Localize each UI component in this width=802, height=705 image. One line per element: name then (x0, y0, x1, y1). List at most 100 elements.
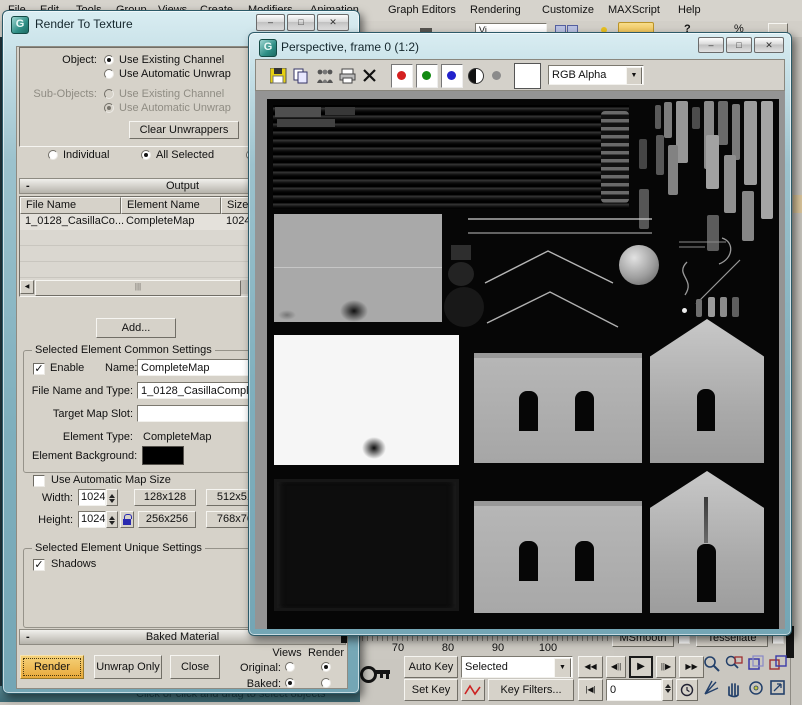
next-frame-button[interactable]: ||▶ (656, 656, 676, 678)
zoom-all-button[interactable] (724, 654, 744, 674)
scroll-left-button[interactable]: ◀ (20, 280, 34, 294)
baked-window (519, 541, 538, 581)
restore-button[interactable]: □ (726, 37, 752, 53)
default-in-out-tangent-button[interactable] (461, 679, 485, 701)
rendered-image-canvas[interactable] (267, 99, 779, 629)
menu-customize[interactable]: Customize (542, 4, 594, 16)
clear-unwrappers-button[interactable]: Clear Unwrappers (129, 121, 239, 139)
background-color-swatch[interactable] (514, 63, 541, 89)
close-dialog-button[interactable]: Close (170, 655, 220, 679)
ruler-label-70: 70 (387, 642, 409, 654)
save-image-button[interactable] (270, 68, 287, 87)
add-element-button[interactable]: Add... (96, 318, 176, 338)
width-field[interactable]: 1024 (78, 489, 106, 506)
scroll-thumb[interactable]: ||| (35, 280, 241, 296)
print-image-button[interactable] (339, 68, 356, 87)
collapse-icon: - (26, 179, 30, 193)
play-button[interactable]: ▶ (629, 656, 653, 678)
render-button[interactable]: Render (20, 655, 84, 679)
column-header-file-name[interactable]: File Name (20, 197, 121, 214)
clone-window-button[interactable] (316, 68, 334, 87)
clear-image-button[interactable] (362, 68, 377, 86)
goto-start-button[interactable]: ◀◀ (578, 656, 603, 678)
maximize-button[interactable]: □ (287, 14, 315, 31)
dropdown-arrow-button[interactable]: ▼ (626, 67, 642, 85)
copy-image-button[interactable] (293, 68, 309, 87)
set-key-button[interactable]: Set Key (404, 679, 458, 701)
keyboard-override-key-icon[interactable] (360, 664, 392, 682)
spinner-up-icon[interactable] (109, 491, 115, 498)
original-views-radio[interactable] (285, 662, 295, 672)
height-spinner[interactable] (106, 511, 118, 528)
enable-checkbox[interactable]: ✓ (33, 363, 45, 375)
menu-graph-editors[interactable]: Graph Editors (388, 4, 456, 16)
menu-help[interactable]: Help (678, 4, 701, 16)
lock-aspect-button[interactable] (120, 511, 134, 528)
key-filters-button[interactable]: Key Filters... (488, 679, 574, 701)
cell-file-name: 1_0128_CasillaCo... (25, 215, 124, 227)
copy-icon (293, 68, 309, 84)
dropdown-arrow-button[interactable]: ▼ (554, 658, 571, 678)
current-frame-field[interactable]: 0 (606, 679, 662, 701)
zoom-extents-button[interactable] (746, 654, 766, 674)
baked-render-radio[interactable] (321, 678, 331, 688)
individual-radio[interactable] (48, 150, 58, 160)
red-channel-button[interactable] (391, 64, 413, 88)
floppy-icon (270, 68, 287, 84)
minimize-button[interactable]: – (256, 14, 285, 31)
auto-key-button[interactable]: Auto Key (404, 656, 458, 678)
baked-window (697, 544, 716, 602)
alpha-channel-button[interactable] (492, 71, 501, 80)
minimize-button[interactable]: – (698, 37, 724, 53)
menu-rendering[interactable]: Rendering (470, 4, 521, 16)
column-header-element-name[interactable]: Element Name (121, 197, 221, 214)
field-of-view-button[interactable] (702, 678, 722, 698)
time-configuration-button[interactable] (676, 679, 698, 701)
object-auto-unwrap-label: Use Automatic Unwrap (119, 68, 231, 80)
spinner-up-icon[interactable] (109, 513, 115, 520)
spinner-down-icon[interactable] (109, 521, 115, 528)
channel-display-dropdown[interactable]: RGB Alpha ▼ (548, 65, 644, 85)
all-selected-radio[interactable] (141, 150, 151, 160)
selection-set-dropdown[interactable]: Selected ▼ (461, 656, 573, 678)
pan-hand-button[interactable] (724, 678, 744, 698)
object-auto-unwrap-radio[interactable] (104, 69, 114, 79)
close-button[interactable]: ✕ (754, 37, 784, 53)
spinner-down-icon[interactable] (665, 689, 671, 696)
maximize-viewport-button[interactable] (768, 678, 788, 698)
cell-element-name: CompleteMap (126, 215, 194, 227)
goto-end-button[interactable]: ▶▶ (679, 656, 704, 678)
auto-map-size-checkbox[interactable] (33, 475, 45, 487)
arc-rotate-button[interactable] (746, 678, 766, 698)
ruler-label-80: 80 (437, 642, 459, 654)
render-client (255, 91, 785, 629)
size-256-button[interactable]: 256x256 (138, 511, 196, 528)
zoom-button[interactable] (702, 654, 722, 674)
subobject-existing-channel-radio (104, 89, 114, 99)
dialog-title: Render To Texture (35, 17, 133, 31)
unwrap-only-button[interactable]: Unwrap Only (94, 655, 162, 679)
max-logo-icon: G (259, 39, 277, 57)
spinner-up-icon[interactable] (665, 681, 671, 688)
frame-spinner[interactable] (662, 679, 673, 701)
menu-maxscript[interactable]: MAXScript (608, 4, 660, 16)
baked-light-plane (274, 335, 459, 465)
size-128-button[interactable]: 128x128 (134, 489, 196, 506)
blue-channel-button[interactable] (441, 64, 463, 88)
output-rollout-title: Output (166, 180, 199, 192)
monochrome-channel-button[interactable] (468, 68, 484, 84)
original-render-radio[interactable] (321, 662, 331, 672)
baked-views-radio[interactable] (285, 678, 295, 688)
zoom-extents-all-button[interactable] (768, 654, 788, 674)
element-background-swatch[interactable] (142, 446, 184, 465)
key-mode-toggle-button[interactable]: |◀| (578, 679, 603, 701)
spinner-down-icon[interactable] (109, 499, 115, 506)
height-field[interactable]: 1024 (78, 511, 106, 528)
object-existing-channel-radio[interactable] (104, 55, 114, 65)
width-spinner[interactable] (106, 489, 118, 506)
previous-frame-button[interactable]: ◀|| (606, 656, 626, 678)
shadows-checkbox[interactable]: ✓ (33, 559, 45, 571)
green-channel-button[interactable] (416, 64, 438, 88)
close-button[interactable]: ✕ (317, 14, 349, 31)
baked-wall-facade (474, 353, 642, 463)
